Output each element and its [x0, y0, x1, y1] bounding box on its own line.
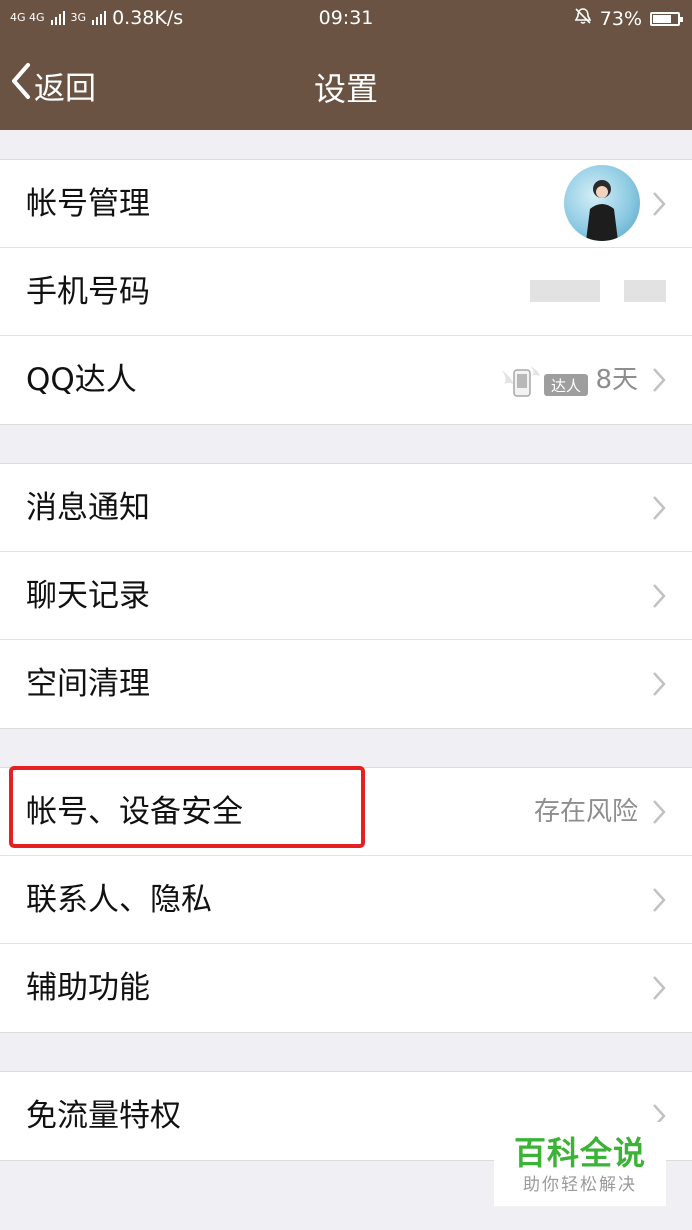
settings-item-qq-talent[interactable]: QQ达人 达人 8天 [0, 335, 692, 424]
settings-item-label: QQ达人 [26, 362, 137, 398]
chevron-right-icon [652, 887, 666, 917]
chevron-right-icon [652, 975, 666, 1005]
blurred-phone-number [530, 280, 666, 302]
talent-badge-text: 达人 [551, 377, 581, 395]
talent-badge: 达人 [500, 362, 588, 402]
settings-item-account-management[interactable]: 帐号管理 [0, 160, 692, 248]
battery-percent: 73% [599, 7, 642, 30]
risk-status-text: 存在风险 [533, 797, 638, 827]
settings-item-contacts-privacy[interactable]: 联系人、隐私 [0, 855, 692, 944]
chevron-right-icon [652, 367, 666, 397]
settings-item-label: 消息通知 [26, 490, 150, 526]
settings-item-chat-history[interactable]: 聊天记录 [0, 551, 692, 640]
settings-item-label: 帐号管理 [26, 186, 150, 222]
settings-item-label: 帐号、设备安全 [26, 794, 243, 830]
settings-item-label: 联系人、隐私 [26, 882, 212, 918]
chevron-right-icon [652, 799, 666, 829]
talent-days: 8天 [595, 365, 638, 395]
page-title: 设置 [313, 70, 378, 108]
settings-item-account-device-security[interactable]: 帐号、设备安全 存在风险 [0, 768, 692, 856]
settings-item-label: 免流量特权 [26, 1098, 181, 1134]
settings-item-message-notification[interactable]: 消息通知 [0, 464, 692, 552]
avatar [564, 165, 640, 241]
settings-item-label: 聊天记录 [26, 578, 150, 614]
settings-group-general: 消息通知 聊天记录 空间清理 [0, 463, 692, 729]
chevron-right-icon [652, 583, 666, 613]
mute-bell-icon [574, 7, 592, 30]
chevron-right-icon [652, 191, 666, 221]
status-bar: 4G 4G 3G 0.38K/s 09:31 73% [0, 0, 692, 38]
battery-icon [650, 11, 683, 26]
settings-item-accessibility[interactable]: 辅助功能 [0, 943, 692, 1032]
chevron-right-icon [652, 495, 666, 525]
settings-group-account: 帐号管理 手机号码 QQ达人 达人 8天 [0, 159, 692, 425]
watermark-subtitle: 助你轻松解决 [523, 1175, 637, 1195]
chevron-right-icon [652, 671, 666, 701]
settings-item-storage-cleanup[interactable]: 空间清理 [0, 639, 692, 728]
watermark: 百科全说 助你轻松解决 [494, 1122, 666, 1206]
settings-group-security: 帐号、设备安全 存在风险 联系人、隐私 辅助功能 [0, 767, 692, 1033]
settings-item-label: 辅助功能 [26, 970, 150, 1006]
watermark-title: 百科全说 [513, 1134, 646, 1172]
settings-item-label: 空间清理 [26, 666, 150, 702]
settings-item-label: 手机号码 [26, 274, 150, 310]
nav-bar: 返回 设置 [0, 38, 692, 130]
settings-item-phone-number[interactable]: 手机号码 [0, 247, 692, 336]
